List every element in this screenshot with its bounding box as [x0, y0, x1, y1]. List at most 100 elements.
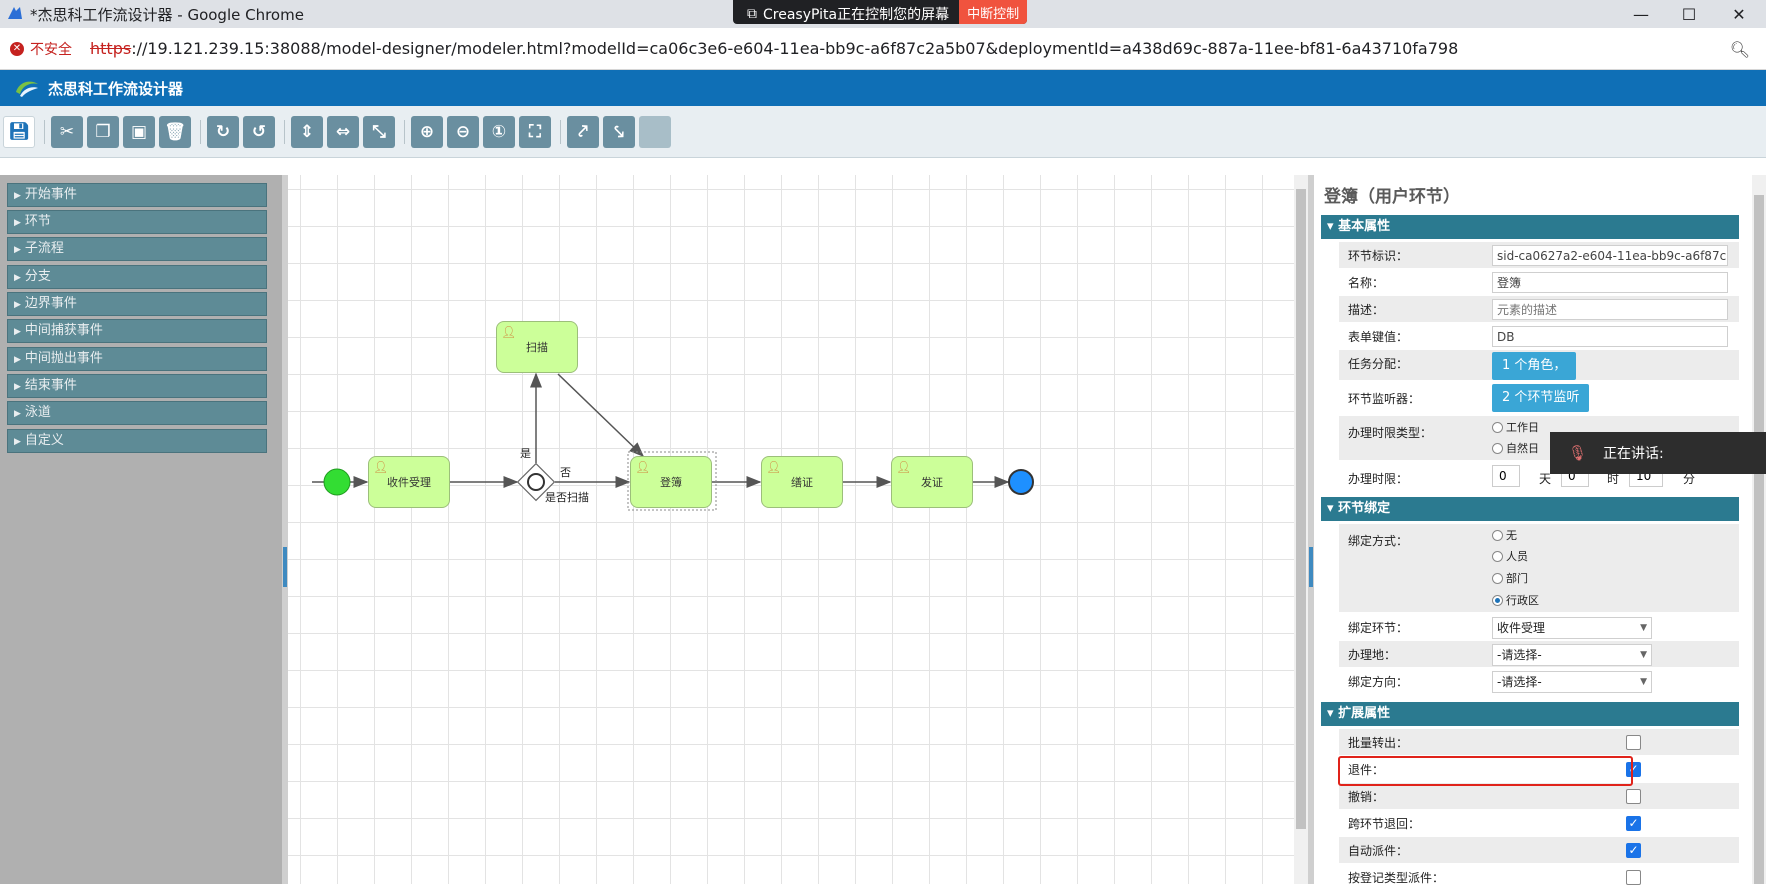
- palette-item[interactable]: ▶ 子流程: [7, 237, 267, 261]
- radio-natural-day[interactable]: 自然日: [1492, 440, 1539, 456]
- end-event[interactable]: [1008, 469, 1034, 495]
- zoom-actual-icon: ①: [491, 122, 507, 142]
- redo-button[interactable]: ↻: [207, 116, 239, 148]
- task-node-selected[interactable]: 👤︎ 登簿: [630, 456, 712, 508]
- chevron-right-icon: ▶: [14, 273, 21, 283]
- form-key-field[interactable]: [1492, 326, 1728, 347]
- node-listener-button[interactable]: 2 个环节监听: [1492, 384, 1590, 412]
- task-assignment-button[interactable]: 1 个角色，: [1492, 352, 1577, 380]
- chevron-down-icon: ▾: [1327, 706, 1339, 721]
- properties-scrollbar[interactable]: [1752, 175, 1766, 884]
- binding-node-select[interactable]: 收件受理 ▼: [1492, 617, 1652, 639]
- close-window-button[interactable]: ✕: [1716, 0, 1762, 28]
- diagram-canvas[interactable]: 👤︎ 收件受理 👤︎ 扫描 👤︎ 登簿 👤︎ 缮证 👤︎ 发证 是 否 是否扫描: [288, 175, 1294, 884]
- stop-control-button[interactable]: 中断控制: [959, 0, 1028, 24]
- screen-share-icon: ⧉: [747, 5, 757, 22]
- days-stepper[interactable]: 0: [1492, 465, 1520, 487]
- undo-button[interactable]: ↺: [243, 116, 275, 148]
- radio-department[interactable]: 部门: [1492, 570, 1528, 586]
- add-bendpoint-icon: ⤤: [578, 122, 588, 142]
- row-binding-mode: 绑定方式： 无 人员 部门 行政区: [1339, 524, 1739, 612]
- palette-item[interactable]: ▶ 开始事件: [7, 183, 267, 207]
- node-id-field[interactable]: [1492, 245, 1728, 266]
- minimize-button[interactable]: —: [1618, 0, 1664, 28]
- zoom-in-button[interactable]: ⊕: [411, 116, 443, 148]
- splitter-grip[interactable]: [283, 547, 287, 587]
- revoke-checkbox[interactable]: [1626, 789, 1641, 804]
- maximize-button[interactable]: ☐: [1666, 0, 1712, 28]
- zoom-icon[interactable]: 🔍︎: [1730, 40, 1750, 59]
- zoom-out-button[interactable]: ⊖: [447, 116, 479, 148]
- zoom-fit-button[interactable]: ⛶: [519, 116, 551, 148]
- palette-item[interactable]: ▶ 中间抛出事件: [7, 347, 267, 371]
- toolbar-divider: [284, 120, 285, 144]
- screen-share-message: ⧉ CreasyPita正在控制您的屏幕: [747, 5, 950, 23]
- batch-transfer-checkbox[interactable]: [1626, 735, 1641, 750]
- align-horizontal-button[interactable]: ⇕: [291, 116, 323, 148]
- gateway-label[interactable]: 是否扫描: [545, 489, 589, 505]
- save-icon: 💾︎: [8, 122, 30, 142]
- security-indicator[interactable]: ✕ 不安全: [10, 39, 72, 59]
- palette-item[interactable]: ▶ 环节: [7, 210, 267, 234]
- edge-label-yes[interactable]: 是: [520, 445, 531, 461]
- toolbar-divider: [44, 120, 45, 144]
- properties-title: 登簿（用户环节）: [1324, 187, 1460, 207]
- name-field[interactable]: [1492, 272, 1728, 293]
- cross-node-return-checkbox[interactable]: ✓: [1626, 816, 1641, 831]
- same-size-button[interactable]: ⤡: [363, 116, 395, 148]
- flow-edge[interactable]: [557, 373, 645, 458]
- section-node-binding[interactable]: ▾ 环节绑定: [1321, 497, 1739, 521]
- right-splitter[interactable]: [1308, 175, 1314, 884]
- binding-direction-select[interactable]: -请选择- ▼: [1492, 671, 1652, 693]
- chevron-down-icon: ▾: [1327, 219, 1339, 234]
- radio-district[interactable]: 行政区: [1492, 592, 1539, 608]
- radio-person[interactable]: 人员: [1492, 548, 1528, 564]
- task-node[interactable]: 👤︎ 收件受理: [368, 456, 450, 508]
- description-field[interactable]: [1492, 299, 1728, 320]
- palette-item[interactable]: ▶ 分支: [7, 265, 267, 289]
- undo-icon: ↺: [251, 122, 267, 142]
- task-node[interactable]: 👤︎ 缮证: [761, 456, 843, 508]
- canvas-vertical-scrollbar[interactable]: [1294, 175, 1308, 884]
- auto-dispatch-checkbox[interactable]: ✓: [1626, 843, 1641, 858]
- user-icon: 👤︎: [501, 325, 517, 339]
- cut-button[interactable]: ✂: [51, 116, 83, 148]
- palette-item[interactable]: ▶ 结束事件: [7, 374, 267, 398]
- start-event[interactable]: [323, 468, 351, 496]
- task-node[interactable]: 👤︎ 发证: [891, 456, 973, 508]
- section-extended-properties[interactable]: ▾ 扩展属性: [1321, 702, 1739, 726]
- handling-place-select[interactable]: -请选择- ▼: [1492, 644, 1652, 666]
- add-bendpoint-button[interactable]: ⤤: [567, 116, 599, 148]
- align-vertical-button[interactable]: ⇔: [327, 116, 359, 148]
- delete-button[interactable]: 🗑︎: [159, 116, 191, 148]
- shape-palette: ▶ 开始事件 ▶ 环节 ▶ 子流程 ▶ 分支 ▶ 边界事件 ▶ 中间捕获事件 ▶ 中间抛出事件…: [0, 175, 282, 884]
- task-node[interactable]: 👤︎ 扫描: [496, 321, 578, 373]
- remove-bendpoint-button[interactable]: ⤥: [603, 116, 635, 148]
- speaking-toast: 🎙︎ 正在讲话:: [1550, 432, 1766, 474]
- radio-workday[interactable]: 工作日: [1492, 419, 1539, 435]
- row-task-assignment: 任务分配： 1 个角色，: [1339, 350, 1739, 380]
- paste-button[interactable]: ▣: [123, 116, 155, 148]
- flow-edges: [312, 372, 1034, 511]
- chevron-down-icon: ▼: [1640, 677, 1647, 687]
- palette-item[interactable]: ▶ 边界事件: [7, 292, 267, 316]
- canvas-scroll-thumb[interactable]: [1296, 189, 1306, 829]
- address-bar[interactable]: ✕ 不安全 https://19.121.239.15:38088/model-…: [0, 28, 1766, 70]
- properties-scroll-thumb[interactable]: [1754, 195, 1764, 884]
- palette-item[interactable]: ▶ 泳道: [7, 401, 267, 425]
- splitter-grip[interactable]: [1309, 547, 1313, 587]
- chevron-down-icon: ▼: [1640, 623, 1647, 633]
- edge-label-no[interactable]: 否: [560, 464, 571, 480]
- save-button[interactable]: 💾︎: [3, 116, 35, 148]
- palette-item[interactable]: ▶ 中间捕获事件: [7, 319, 267, 343]
- copy-button[interactable]: ❐: [87, 116, 119, 148]
- dispatch-by-type-checkbox[interactable]: [1626, 870, 1641, 885]
- section-basic-properties[interactable]: ▾ 基本属性: [1321, 215, 1739, 239]
- row-node-id: 环节标识：: [1339, 242, 1739, 268]
- radio-none[interactable]: 无: [1492, 527, 1517, 543]
- palette-item[interactable]: ▶ 自定义: [7, 429, 267, 453]
- url-text[interactable]: https://19.121.239.15:38088/model-design…: [90, 39, 1458, 58]
- zoom-actual-button[interactable]: ①: [483, 116, 515, 148]
- window-title: *杰思科工作流设计器 - Google Chrome: [30, 5, 304, 24]
- toolbar-blank-button[interactable]: [639, 116, 671, 148]
